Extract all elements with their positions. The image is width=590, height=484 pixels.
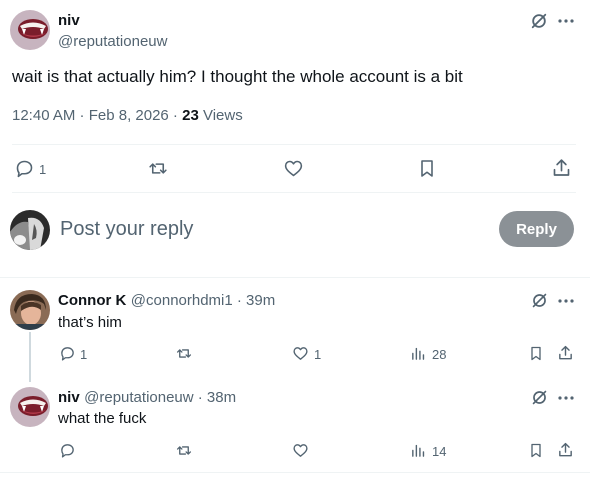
views-icon[interactable] [410, 345, 427, 362]
thread-line [29, 332, 31, 382]
retweet-icon[interactable] [175, 345, 193, 362]
views-label: Views [198, 107, 243, 124]
reply-header: Connor K @connorhdmi1 · 39m [58, 292, 275, 310]
bookmark-icon[interactable] [528, 442, 544, 459]
retweet-icon[interactable] [175, 442, 193, 459]
reply-button[interactable]: Reply [499, 211, 574, 247]
bookmark-icon[interactable] [528, 345, 544, 362]
views-count: 23 [182, 107, 199, 124]
grok-icon[interactable] [531, 292, 548, 309]
reply-input[interactable]: Post your reply [60, 218, 193, 241]
retweet-icon[interactable] [147, 158, 169, 179]
reply-text: what the fuck [58, 410, 147, 427]
like-count: 1 [314, 347, 322, 362]
avatar [10, 210, 50, 250]
more-icon[interactable] [557, 391, 575, 405]
views-count: 14 [432, 444, 447, 459]
author-name[interactable]: niv [58, 12, 80, 29]
post-time[interactable]: 12:40 AM · Feb 8, 2026 · [12, 107, 182, 124]
reply-text: that’s him [58, 314, 122, 331]
post-timestamp: 12:40 AM · Feb 8, 2026 · 23 Views [12, 107, 243, 124]
divider [12, 144, 576, 145]
author-name[interactable]: Connor K [58, 292, 126, 309]
divider [0, 472, 590, 473]
reply-count: 1 [80, 347, 88, 362]
reply-icon[interactable] [59, 345, 76, 362]
views-icon[interactable] [410, 442, 427, 459]
author-handle[interactable]: @reputationeuw · 38m [84, 389, 236, 406]
share-icon[interactable] [551, 157, 572, 179]
grok-icon[interactable] [531, 389, 548, 406]
more-icon[interactable] [557, 14, 575, 28]
divider [12, 192, 576, 193]
like-icon[interactable] [292, 345, 309, 362]
more-icon[interactable] [557, 294, 575, 308]
grok-icon[interactable] [530, 12, 548, 30]
author-handle[interactable]: @reputationeuw [58, 33, 167, 50]
divider [0, 277, 590, 278]
share-icon[interactable] [557, 441, 574, 459]
like-icon[interactable] [283, 158, 304, 179]
views-count: 28 [432, 347, 447, 362]
avatar[interactable] [10, 387, 50, 427]
author-handle[interactable]: @connorhdmi1 · 39m [131, 292, 275, 309]
avatar[interactable] [10, 10, 50, 50]
avatar[interactable] [10, 290, 50, 330]
reply-count: 1 [39, 162, 47, 177]
post-text: wait is that actually him? I thought the… [12, 67, 463, 86]
reply-icon[interactable] [59, 442, 76, 459]
share-icon[interactable] [557, 344, 574, 362]
reply-header: niv @reputationeuw · 38m [58, 389, 236, 407]
like-icon[interactable] [292, 442, 309, 459]
bookmark-icon[interactable] [417, 158, 437, 179]
author-name[interactable]: niv [58, 389, 80, 406]
reply-icon[interactable] [14, 158, 35, 179]
